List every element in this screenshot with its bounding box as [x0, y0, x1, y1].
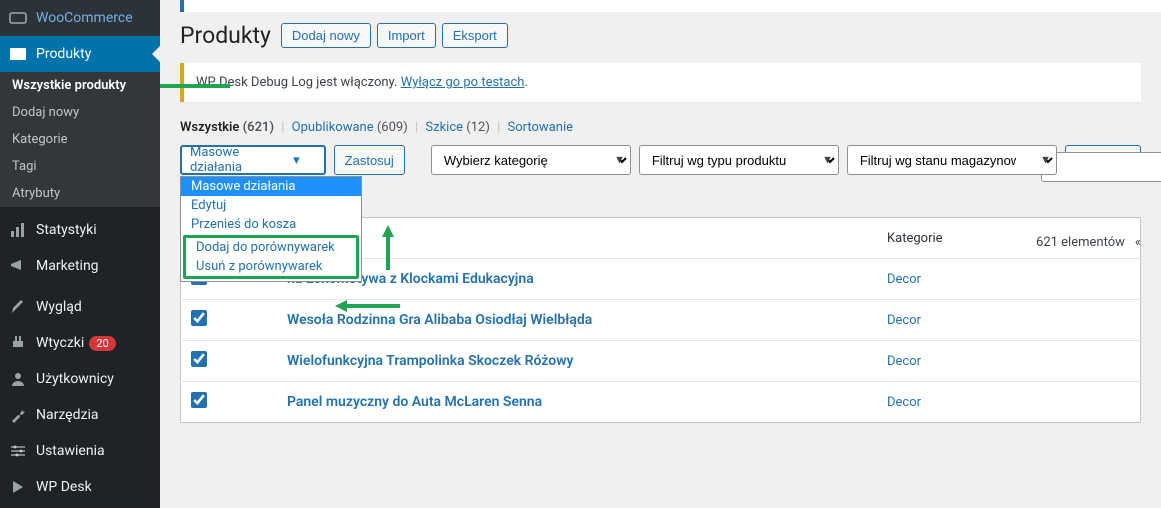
- menu-label: Użytkownicy: [36, 371, 114, 387]
- admin-sidebar: WooCommerce Produkty Wszystkie produkty …: [0, 0, 160, 508]
- filter-all[interactable]: Wszystkie: [180, 120, 239, 135]
- bulk-action-dropdown: Masowe działania Edytuj Przenieś do kosz…: [180, 176, 362, 282]
- submenu-tags[interactable]: Tagi: [0, 153, 160, 180]
- sliders-icon: [8, 441, 28, 461]
- stats-icon: [8, 220, 28, 240]
- add-new-button[interactable]: Dodaj nowy: [281, 23, 371, 48]
- annotation-arrow-icon: [160, 78, 235, 94]
- row-checkbox[interactable]: [191, 351, 207, 367]
- import-button[interactable]: Import: [377, 23, 436, 48]
- menu-woocommerce[interactable]: WooCommerce: [0, 0, 160, 36]
- chevron-down-icon: ▾: [293, 153, 300, 168]
- menu-label: WP Desk: [36, 479, 92, 495]
- user-icon: [8, 369, 28, 389]
- marketing-icon: [8, 256, 28, 276]
- menu-marketing[interactable]: Marketing: [0, 248, 160, 284]
- export-button[interactable]: Eksport: [442, 23, 508, 48]
- debug-notice: WP Desk Debug Log jest włączony. Wyłącz …: [180, 63, 1141, 102]
- brush-icon: [8, 297, 28, 317]
- menu-label: WooCommerce: [36, 10, 133, 26]
- plugin-icon: [8, 333, 28, 353]
- annotation-arrow-icon: [335, 298, 405, 314]
- status-filters: Wszystkie (621) | Opublikowane (609) | S…: [180, 120, 1141, 135]
- play-icon: [8, 477, 28, 497]
- toolbar: Masowe działania ▾ Masowe działania Edyt…: [180, 145, 1141, 175]
- page-header: Produkty Dodaj nowy Import Eksport: [180, 22, 1141, 49]
- main-content: Produkty Dodaj nowy Import Eksport WP De…: [160, 0, 1161, 508]
- bulk-action-select[interactable]: Masowe działania ▾ Masowe działania Edyt…: [180, 145, 326, 175]
- bulk-opt-add-compare[interactable]: Dodaj do porównywarek: [186, 238, 356, 257]
- category-link[interactable]: Decor: [887, 354, 921, 369]
- product-link[interactable]: Wielofunkcyjna Trampolinka Skoczek Różow…: [287, 353, 574, 369]
- category-link[interactable]: Decor: [887, 313, 921, 328]
- row-checkbox[interactable]: [191, 392, 207, 408]
- bulk-opt-remove-compare[interactable]: Usuń z porównywarek: [186, 257, 356, 276]
- search-input[interactable]: [1041, 152, 1161, 182]
- bulk-opt-edit[interactable]: Edytuj: [181, 196, 361, 215]
- submenu-all-products[interactable]: Wszystkie produkty: [0, 72, 160, 99]
- products-submenu: Wszystkie produkty Dodaj nowy Kategorie …: [0, 72, 160, 207]
- menu-label: Produkty: [36, 46, 91, 62]
- filter-drafts[interactable]: Szkice: [425, 120, 463, 135]
- menu-tools[interactable]: Narzędzia: [0, 397, 160, 433]
- table-row: Wesoła Rodzinna Gra Alibaba Osiodłaj Wie…: [181, 300, 1141, 341]
- menu-plugins[interactable]: Wtyczki 20: [0, 325, 160, 361]
- submenu-categories[interactable]: Kategorie: [0, 126, 160, 153]
- menu-appearance[interactable]: Wygląd: [0, 289, 160, 325]
- bulk-opt-group-highlighted: Dodaj do porównywarek Usuń z porównyware…: [183, 235, 359, 279]
- table-row: Wielofunkcyjna Trampolinka Skoczek Różow…: [181, 341, 1141, 382]
- pagination-count: 621 elementów: [1036, 235, 1125, 250]
- filter-published[interactable]: Opublikowane: [292, 120, 374, 135]
- menu-label: Ustawienia: [36, 443, 105, 459]
- page-title: Produkty: [180, 22, 271, 49]
- product-link[interactable]: Wesoła Rodzinna Gra Alibaba Osiodłaj Wie…: [287, 312, 592, 328]
- menu-label: Wtyczki: [36, 335, 84, 351]
- menu-wpdesk[interactable]: WP Desk: [0, 469, 160, 505]
- menu-label: Wygląd: [36, 299, 82, 315]
- annotation-arrow-icon: [380, 225, 396, 275]
- plugin-badge: 20: [89, 336, 115, 351]
- top-notice-sliver: [180, 0, 1161, 12]
- type-filter-select[interactable]: Filtruj wg typu produktu: [639, 145, 839, 175]
- menu-label: Statystyki: [36, 222, 97, 238]
- category-link[interactable]: Decor: [887, 395, 921, 410]
- active-arrow-icon: [152, 46, 160, 62]
- wrench-icon: [8, 405, 28, 425]
- stock-filter-select[interactable]: Filtruj wg stanu magazynow: [847, 145, 1057, 175]
- menu-label: Marketing: [36, 258, 99, 274]
- menu-stats[interactable]: Statystyki: [0, 212, 160, 248]
- submenu-attributes[interactable]: Atrybuty: [0, 180, 160, 207]
- filter-sorting[interactable]: Sortowanie: [508, 120, 573, 135]
- bulk-opt-trash[interactable]: Przenieś do kosza: [181, 215, 361, 234]
- submenu-add-new[interactable]: Dodaj nowy: [0, 99, 160, 126]
- tag-icon: [8, 44, 28, 64]
- bulk-opt-header[interactable]: Masowe działania: [181, 177, 361, 196]
- category-link[interactable]: Decor: [887, 272, 921, 287]
- table-row: Panel muzyczny do Auta McLaren Senna Dec…: [181, 382, 1141, 423]
- pagination: 621 elementów «: [1036, 235, 1141, 250]
- product-link[interactable]: Panel muzyczny do Auta McLaren Senna: [287, 394, 542, 410]
- row-checkbox[interactable]: [191, 310, 207, 326]
- menu-settings[interactable]: Ustawienia: [0, 433, 160, 469]
- menu-products[interactable]: Produkty: [0, 36, 160, 72]
- category-filter-select[interactable]: Wybierz kategorię: [431, 145, 631, 175]
- menu-users[interactable]: Użytkownicy: [0, 361, 160, 397]
- pagination-prev[interactable]: «: [1135, 235, 1141, 250]
- notice-link[interactable]: Wyłącz go po testach: [401, 75, 525, 90]
- apply-button[interactable]: Zastosuj: [334, 145, 405, 175]
- woo-icon: [8, 8, 28, 28]
- menu-label: Narzędzia: [36, 407, 98, 423]
